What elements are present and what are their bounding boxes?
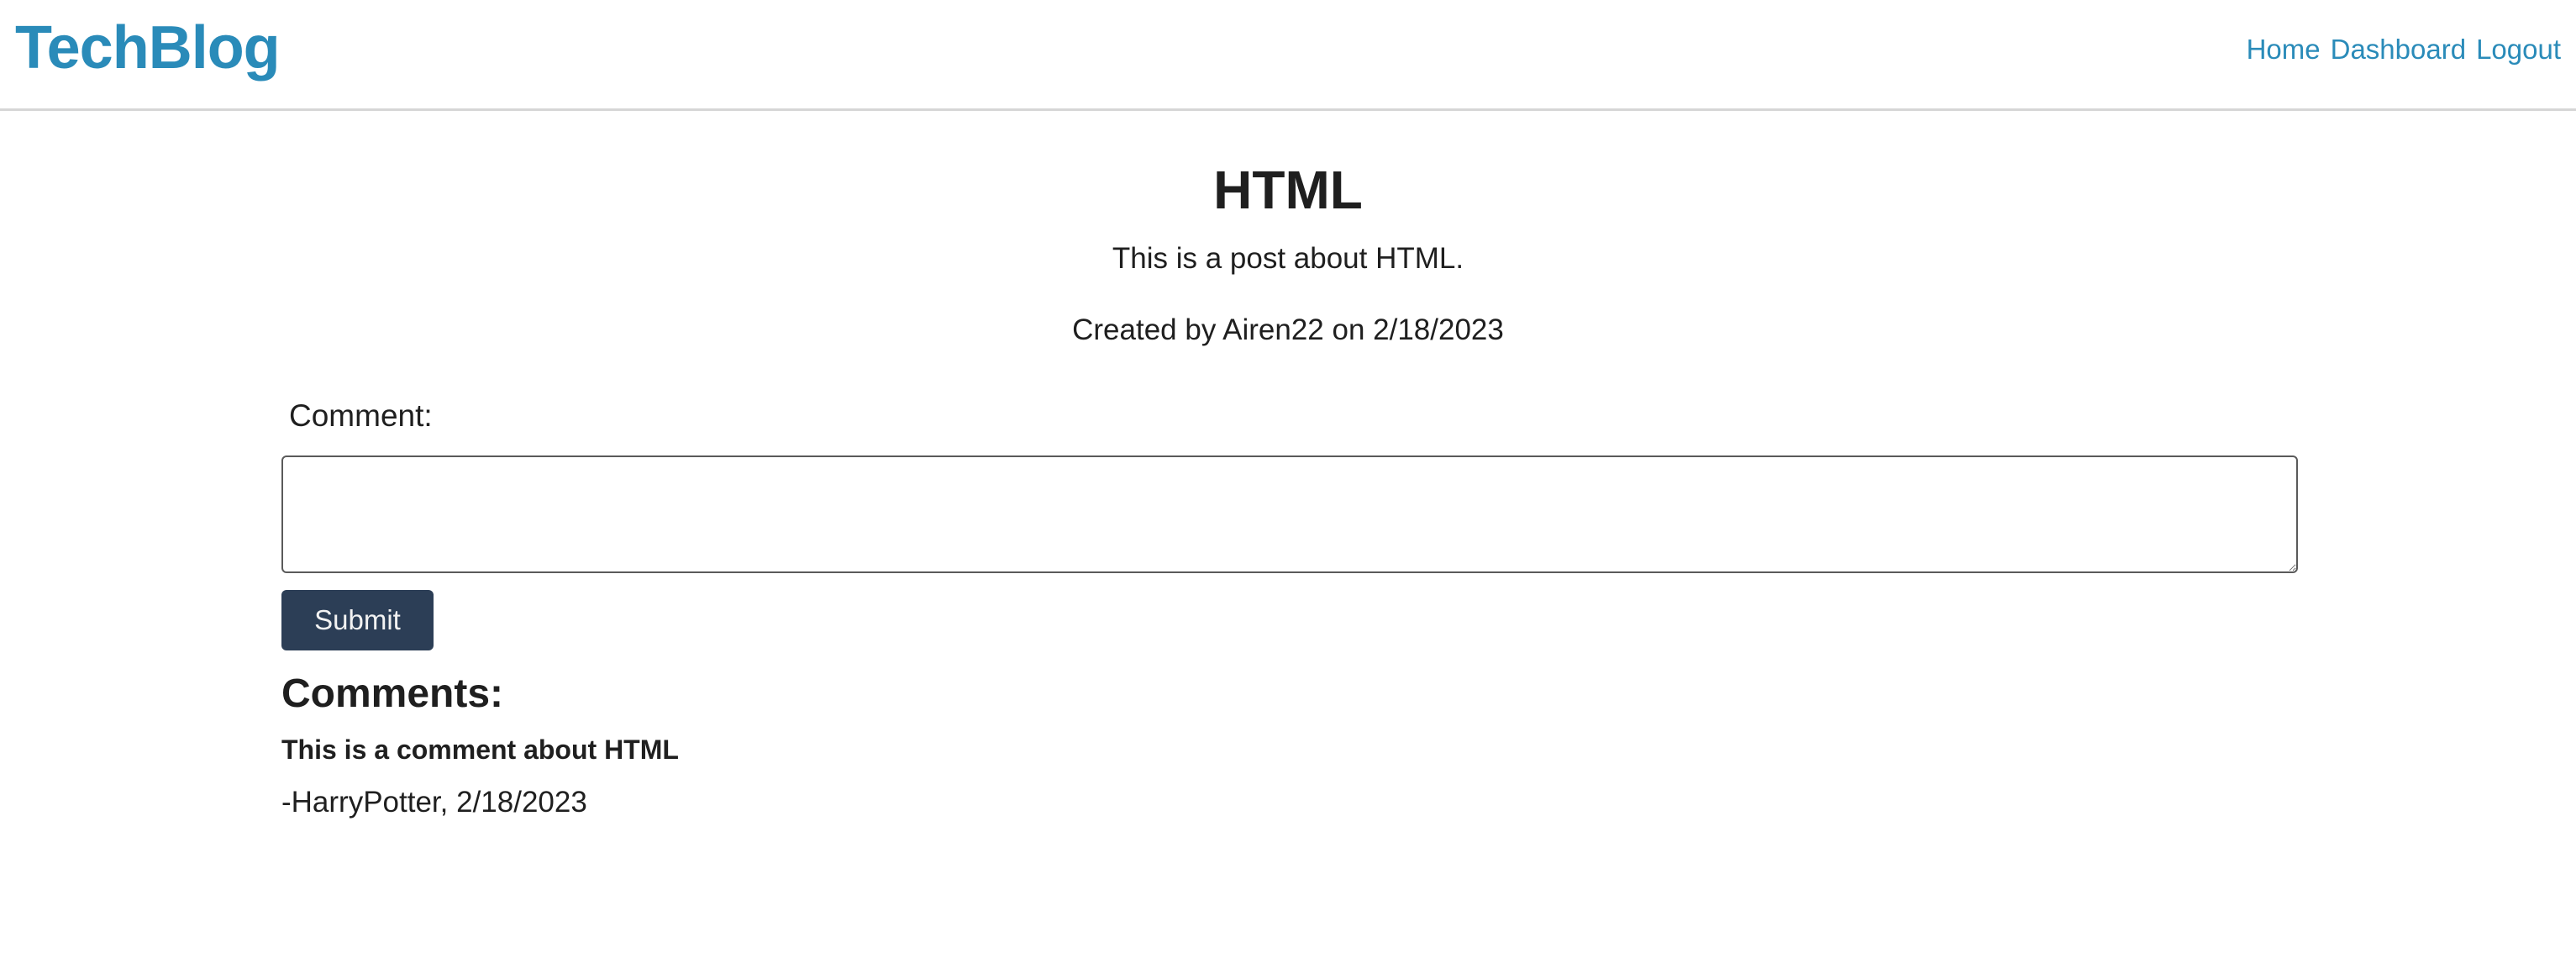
nav-link-logout[interactable]: Logout — [2476, 32, 2561, 67]
nav-link-dashboard[interactable]: Dashboard — [2331, 32, 2466, 67]
comment-author: -HarryPotter, 2/18/2023 — [281, 786, 587, 819]
site-logo[interactable]: TechBlog — [15, 10, 281, 86]
comment-input[interactable] — [281, 455, 2298, 573]
post-body: This is a post about HTML. — [1112, 242, 1464, 275]
submit-button[interactable]: Submit — [281, 590, 434, 650]
comment-text: This is a comment about HTML — [281, 734, 679, 765]
comment-item: This is a comment about HTML -HarryPotte… — [281, 731, 679, 822]
nav-link-home[interactable]: Home — [2247, 32, 2321, 67]
post-title: HTML — [1213, 160, 1363, 220]
site-header: TechBlog Home Dashboard Logout — [0, 0, 2576, 111]
comment-label: Comment: — [289, 398, 433, 433]
top-nav: Home Dashboard Logout — [2247, 32, 2561, 67]
post-meta: Created by Airen22 on 2/18/2023 — [1072, 313, 1504, 346]
comments-heading: Comments: — [281, 671, 504, 716]
